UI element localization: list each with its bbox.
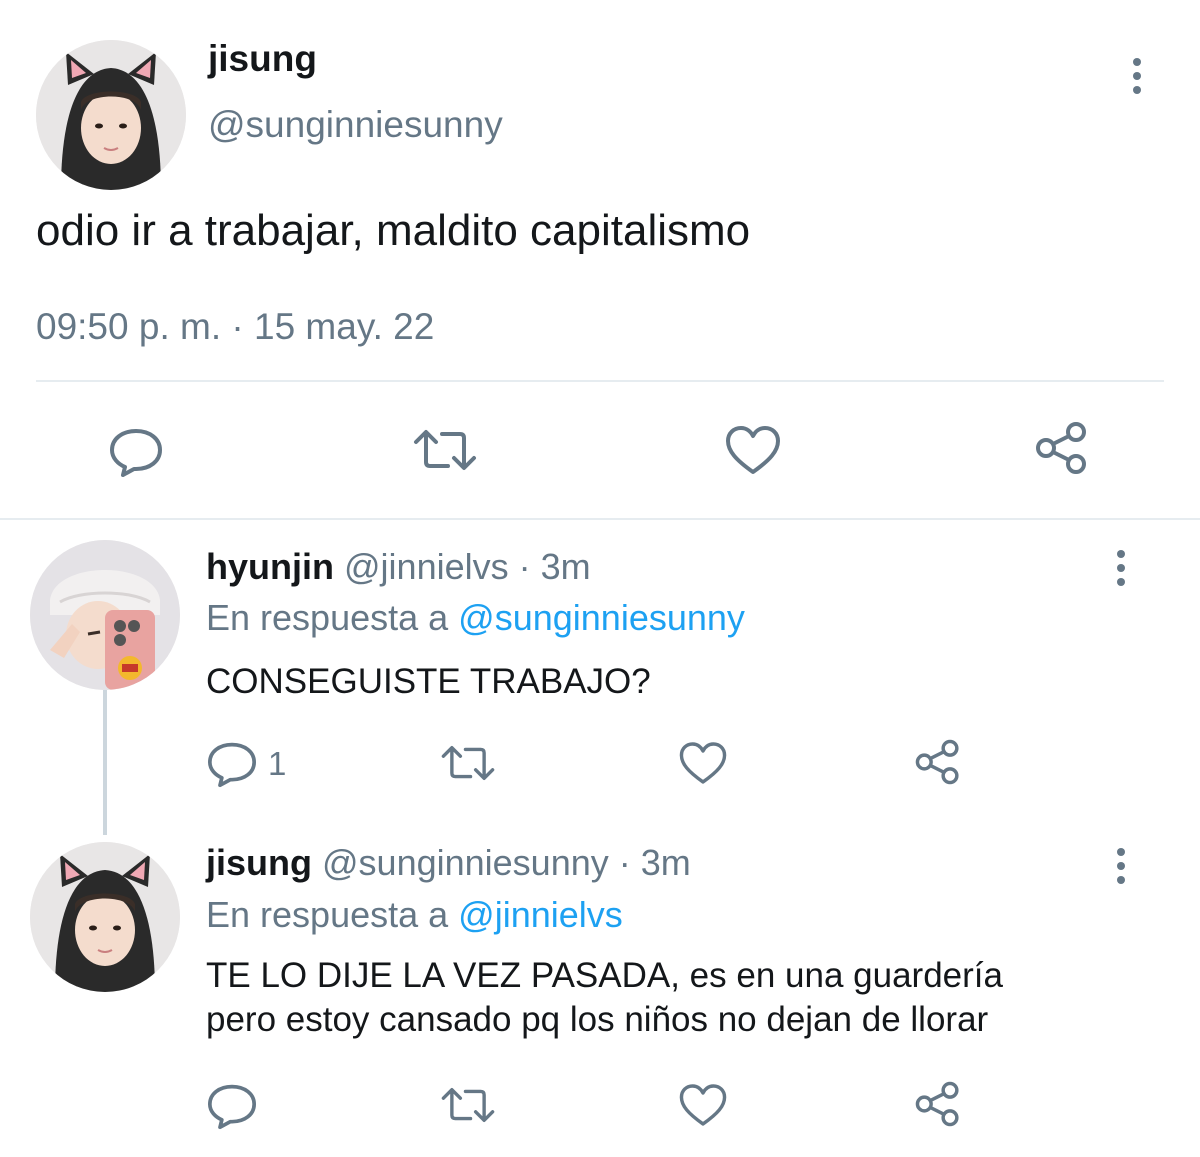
author-name[interactable]: jisung: [206, 842, 312, 883]
reply-button[interactable]: [206, 1082, 258, 1130]
heart-icon: [726, 426, 780, 474]
divider: [36, 380, 1164, 382]
like-button[interactable]: [678, 1082, 728, 1128]
share-icon: [915, 1081, 959, 1127]
reply-header: hyunjin @jinnielvs · 3m: [206, 546, 591, 588]
retweet-button[interactable]: [440, 744, 496, 782]
author-meta[interactable]: @jinnielvs · 3m: [334, 546, 591, 587]
author-name[interactable]: jisung: [208, 38, 317, 80]
reply-icon: [208, 742, 256, 788]
thread-line: [103, 690, 107, 835]
reply-button[interactable]: 1: [206, 740, 286, 788]
tweet-actions: [0, 420, 1200, 480]
share-button[interactable]: [1034, 420, 1090, 476]
reply-text: CONSEGUISTE TRABAJO?: [206, 660, 651, 704]
retweet-button[interactable]: [412, 428, 478, 472]
author-meta[interactable]: @sunginniesunny · 3m: [312, 842, 691, 883]
reply-text: TE LO DIJE LA VEZ PASADA, es en una guar…: [206, 954, 1003, 1042]
reply-text-line: TE LO DIJE LA VEZ PASADA, es en una guar…: [206, 956, 1003, 995]
share-button[interactable]: [914, 1080, 962, 1128]
more-vertical-icon[interactable]: [1130, 58, 1144, 94]
share-button[interactable]: [914, 738, 962, 786]
author-handle[interactable]: @sunginniesunny: [208, 104, 503, 146]
like-button[interactable]: [724, 424, 782, 476]
share-icon: [1036, 422, 1086, 474]
avatar[interactable]: [30, 540, 180, 690]
avatar[interactable]: [36, 40, 186, 190]
retweet-icon: [441, 746, 495, 780]
reply-tweet: hyunjin @jinnielvs · 3m En respuesta a @…: [0, 520, 1200, 820]
retweet-button[interactable]: [440, 1086, 496, 1124]
like-button[interactable]: [678, 740, 728, 786]
reply-icon: [110, 429, 162, 477]
reply-text-line: pero estoy cansado pq los niños no dejan…: [206, 1000, 989, 1039]
main-tweet: jisung @sunginniesunny odio ir a trabaja…: [0, 0, 1200, 518]
reply-header: jisung @sunginniesunny · 3m: [206, 842, 691, 884]
more-vertical-icon[interactable]: [1114, 848, 1128, 884]
avatar[interactable]: [30, 842, 180, 992]
in-reply-to: En respuesta a @sunginniesunny: [206, 597, 745, 639]
tweet-timestamp[interactable]: 09:50 p. m. · 15 may. 22: [36, 306, 434, 348]
reply-tweet: jisung @sunginniesunny · 3m En respuesta…: [0, 820, 1200, 1157]
share-icon: [915, 739, 959, 785]
heart-icon: [679, 1084, 727, 1126]
retweet-icon: [441, 1088, 495, 1122]
reply-mention-link[interactable]: @jinnielvs: [458, 894, 623, 935]
heart-icon: [679, 742, 727, 784]
reply-count: 1: [268, 745, 287, 782]
author-name[interactable]: hyunjin: [206, 546, 334, 587]
tweet-text: odio ir a trabajar, maldito capitalismo: [36, 206, 751, 255]
reply-button[interactable]: [108, 426, 164, 478]
reply-icon: [208, 1084, 256, 1130]
in-reply-to: En respuesta a @jinnielvs: [206, 894, 623, 936]
reply-mention-link[interactable]: @sunginniesunny: [458, 597, 745, 638]
in-reply-prefix: En respuesta a: [206, 894, 459, 935]
in-reply-prefix: En respuesta a: [206, 597, 459, 638]
reply-text-line: CONSEGUISTE TRABAJO?: [206, 662, 651, 701]
more-vertical-icon[interactable]: [1114, 550, 1128, 586]
retweet-icon: [414, 430, 476, 470]
